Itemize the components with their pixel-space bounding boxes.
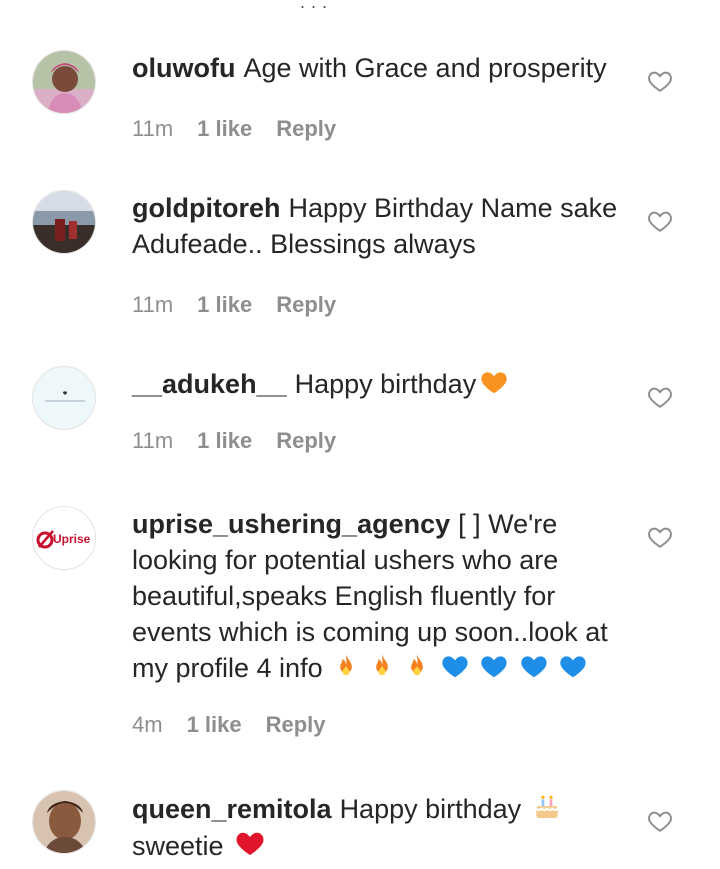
fire-icon [411,654,423,676]
avatar-photo [33,51,95,113]
comment-body: queen_remitola Happy birthday sweetie [132,790,632,864]
comment-meta: 11m 1 like Reply [132,116,336,142]
comment-likes[interactable]: 1 like [187,712,242,738]
uprise-logo-text: Uprise [53,532,91,546]
blue-heart-icon [481,656,507,678]
avatar-photo [33,791,95,853]
avatar-photo [33,367,95,429]
reply-button[interactable]: Reply [276,116,336,142]
birthday-cake-icon [535,795,559,818]
comment-text: Age with Grace and prosperity [243,53,607,83]
comment-text-line2: sweetie [132,831,224,861]
fire-emoji-group [332,651,589,690]
avatar-photo [33,191,95,253]
comment-body: __adukeh__ Happy birthday [132,366,632,402]
comment-time: 11m [132,116,174,141]
like-heart-icon[interactable] [647,384,673,410]
comment-time: 11m [132,428,174,453]
comment-meta: 11m 1 like Reply [132,292,336,318]
uprise-logo: Uprise [33,507,95,569]
comment-username[interactable]: __adukeh__ [132,369,287,399]
comment-username[interactable]: oluwofu [132,53,235,83]
comment-body: goldpitoreh Happy Birthday Name sake Aduf… [132,190,632,262]
red-heart-icon [236,832,264,855]
avatar[interactable] [32,790,96,854]
avatar[interactable]: Uprise [32,506,96,570]
avatar[interactable] [32,366,96,430]
comment-likes[interactable]: 1 like [197,428,252,454]
comment-likes[interactable]: 1 like [197,292,252,318]
blue-heart-icon [442,656,468,678]
comment-username[interactable]: goldpitoreh [132,193,280,223]
fire-icon [340,654,352,676]
comment-meta: 4m 1 like Reply [132,712,326,738]
comment-username[interactable]: uprise_ushering_agency [132,509,450,539]
top-indicator: ... [300,0,334,12]
comment-meta: 11m 1 like Reply [132,428,336,454]
reply-button[interactable]: Reply [276,292,336,318]
like-heart-icon[interactable] [647,208,673,234]
reply-button[interactable]: Reply [266,712,326,738]
comment-username[interactable]: queen_remitola [132,794,332,824]
like-heart-icon[interactable] [647,808,673,834]
avatar[interactable] [32,50,96,114]
blue-heart-icon [521,656,547,678]
blue-heart-icon [560,656,586,678]
like-heart-icon[interactable] [647,68,673,94]
comment-body: uprise_ushering_agency[ ] We're looking … [132,506,632,690]
fire-icon [375,654,388,676]
avatar[interactable] [32,190,96,254]
comment-text: Happy birthday [294,369,477,399]
reply-button[interactable]: Reply [276,428,336,454]
comment-body: oluwofu Age with Grace and prosperity [132,50,632,86]
comment-time: 4m [132,712,163,737]
comment-text: Happy birthday [339,794,522,824]
like-heart-icon[interactable] [647,524,673,550]
orange-heart-icon [481,372,507,394]
comment-likes[interactable]: 1 like [197,116,252,142]
comment-time: 11m [132,292,174,317]
